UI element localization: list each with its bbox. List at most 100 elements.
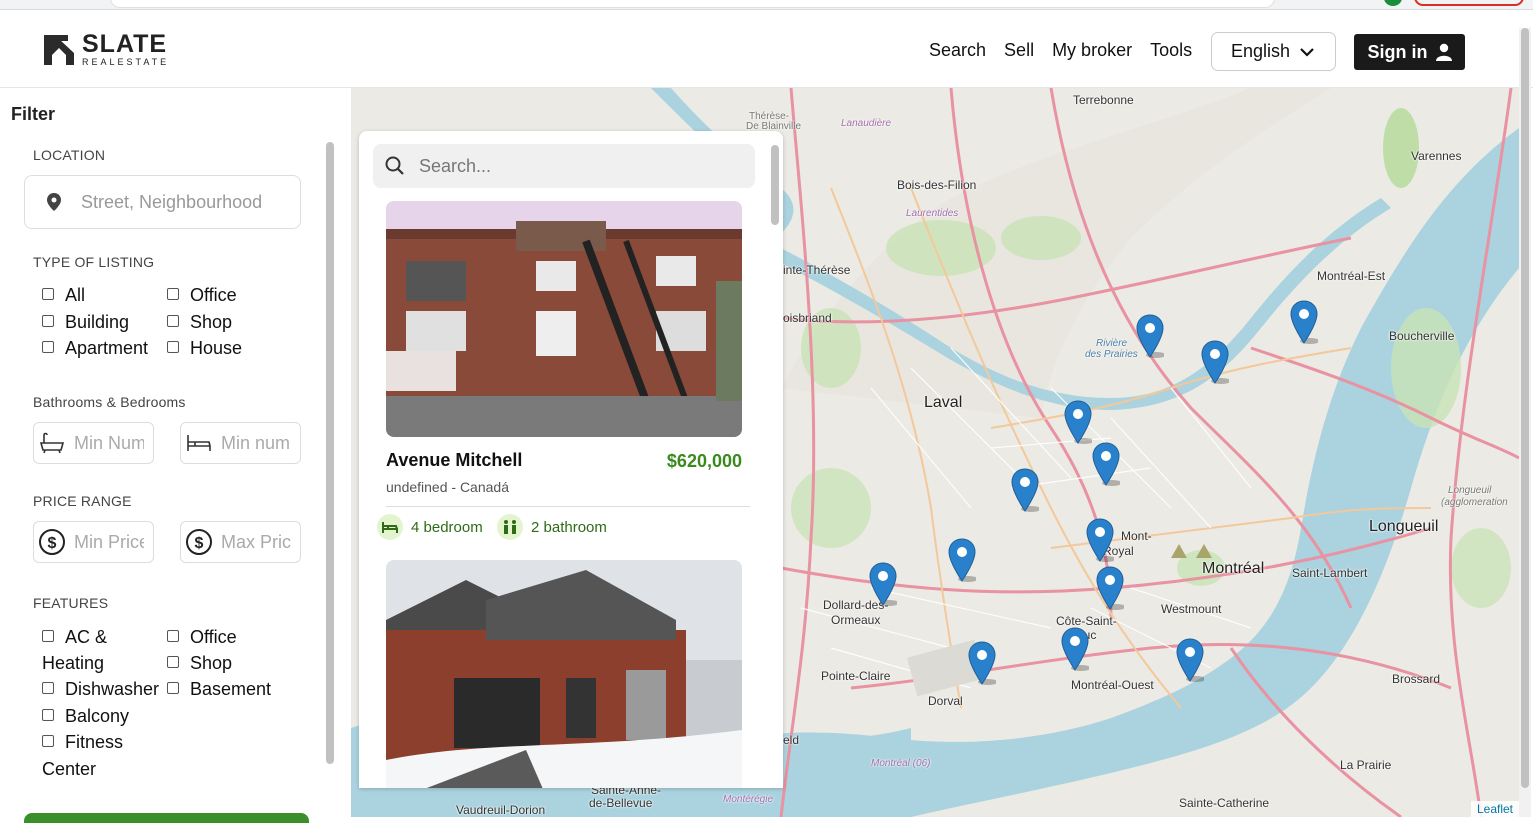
feature-fitness-label-2: Center <box>42 759 97 779</box>
brand-subtitle: REALESTATE <box>82 57 170 67</box>
bed-icon <box>187 435 211 451</box>
dollar-icon: $ <box>39 529 65 555</box>
user-icon <box>1435 43 1452 61</box>
min-bathrooms-input[interactable] <box>74 432 144 454</box>
language-select[interactable]: English <box>1211 32 1336 71</box>
type-shop-checkbox[interactable]: Shop <box>167 312 232 333</box>
browser-update-pill[interactable] <box>1414 0 1524 6</box>
feature-shop-checkbox[interactable]: Shop <box>167 653 232 674</box>
location-label: LOCATION <box>33 147 106 163</box>
map-marker-icon[interactable] <box>1086 518 1116 562</box>
map-label-la-prairie: La Prairie <box>1340 758 1392 772</box>
map-label-cote-saint-luc: Côte-Saint- <box>1056 614 1117 628</box>
nav-sell[interactable]: Sell <box>1004 40 1034 61</box>
type-all-checkbox[interactable]: All <box>42 285 85 306</box>
map-label-terrebonne: Terrebonne <box>1073 93 1134 107</box>
map-label-bellevue: de-Bellevue <box>589 796 653 810</box>
listing-card[interactable]: Avenue Mitchell $620,000 undefined - Can… <box>377 201 750 540</box>
nav-search[interactable]: Search <box>929 40 986 61</box>
min-bedrooms-field[interactable] <box>180 422 301 464</box>
apply-filter-button[interactable] <box>24 813 309 823</box>
map-label-boisbriand: oisbriand <box>783 311 832 325</box>
bathroom-count: 2 bathroom <box>497 514 607 540</box>
map-label-montreal-ouest: Montréal-Ouest <box>1071 678 1154 692</box>
max-price-field[interactable]: $ <box>180 521 301 563</box>
max-price-input[interactable] <box>221 531 291 553</box>
listing-search-input[interactable] <box>419 155 719 177</box>
nav-tools[interactable]: Tools <box>1150 40 1192 61</box>
map-marker-icon[interactable] <box>1064 400 1094 444</box>
min-bathrooms-field[interactable] <box>33 422 154 464</box>
map-marker-icon[interactable] <box>1290 300 1320 344</box>
map-marker-icon[interactable] <box>1011 468 1041 512</box>
map-label-saint-lambert: Saint-Lambert <box>1292 566 1368 580</box>
map-marker-icon[interactable] <box>948 538 978 582</box>
map-label-brossard: Brossard <box>1392 672 1441 686</box>
type-building-checkbox[interactable]: Building <box>42 312 129 333</box>
bedroom-count: 4 bedroom <box>377 514 483 540</box>
bathtub-icon <box>39 432 65 454</box>
map-marker-icon[interactable] <box>1136 314 1166 358</box>
language-value: English <box>1231 41 1291 61</box>
map-label-pointe-claire: Pointe-Claire <box>821 669 891 683</box>
bathroom-icon <box>497 514 523 540</box>
feature-office-checkbox[interactable]: Office <box>167 627 237 648</box>
map-label-ormeaux: Ormeaux <box>831 613 881 627</box>
feature-ac-heating-checkbox[interactable]: AC & <box>42 627 162 648</box>
map-marker-icon[interactable] <box>968 641 998 685</box>
map-label-mont-royal: Mont- <box>1121 529 1152 543</box>
map-label-longueuil-agg-2: (agglomeration <box>1441 497 1508 508</box>
listing-scrollbar[interactable] <box>768 131 782 788</box>
feature-basement-checkbox[interactable]: Basement <box>167 679 271 700</box>
map-marker-icon[interactable] <box>1061 627 1091 671</box>
map-marker-icon[interactable] <box>1092 442 1122 486</box>
filter-panel: Filter LOCATION TYPE OF LISTING All Offi… <box>0 88 351 823</box>
map-label-longueuil: Longueuil <box>1369 518 1439 535</box>
listing-card[interactable] <box>386 560 742 788</box>
sign-in-label: Sign in <box>1367 41 1428 62</box>
map-label-montreal-est: Montréal-Est <box>1317 269 1386 283</box>
feature-balcony-checkbox[interactable]: Balcony <box>42 706 129 727</box>
map-label-westmount: Westmount <box>1161 602 1222 616</box>
map-marker-icon[interactable] <box>1176 638 1206 682</box>
browser-toolbar <box>0 0 1533 10</box>
location-input[interactable] <box>81 191 281 213</box>
map-marker-icon[interactable] <box>869 562 899 606</box>
map-label-varennes: Varennes <box>1411 149 1462 163</box>
bed-icon <box>377 514 403 540</box>
bathrooms-bedrooms-label: Bathrooms & Bedrooms <box>33 394 186 410</box>
listing-photo[interactable] <box>386 560 742 788</box>
map-label-sainte-therese: inte-Thérèse <box>783 263 851 277</box>
min-bedrooms-input[interactable] <box>221 432 291 454</box>
feature-fitness-checkbox[interactable]: Fitness <box>42 732 123 753</box>
location-field[interactable] <box>24 175 301 229</box>
filter-scrollbar[interactable] <box>324 130 336 830</box>
page-scrollbar[interactable] <box>1519 28 1531 817</box>
listing-photo[interactable] <box>386 201 742 437</box>
map-marker-icon[interactable] <box>1096 566 1126 610</box>
map-marker-icon[interactable] <box>1201 340 1231 384</box>
nav-my-broker[interactable]: My broker <box>1052 40 1132 61</box>
type-of-listing-label: TYPE OF LISTING <box>33 254 155 270</box>
leaflet-attribution-link[interactable]: Leaflet <box>1470 801 1519 817</box>
brand-name: SLATE <box>82 30 168 58</box>
sign-in-button[interactable]: Sign in <box>1354 34 1465 70</box>
type-office-checkbox[interactable]: Office <box>167 285 237 306</box>
features-label: FEATURES <box>33 595 109 611</box>
type-apartment-checkbox[interactable]: Apartment <box>42 338 148 359</box>
card-divider <box>386 506 750 507</box>
brand-logo[interactable]: SLATE REALESTATE <box>42 32 169 67</box>
map-label-laval: Laval <box>924 394 963 411</box>
map-label-sainte-catherine: Sainte-Catherine <box>1179 796 1270 810</box>
map-label-longueuil-agg: Longueuil <box>1448 485 1492 496</box>
listing-search-field[interactable] <box>373 144 755 188</box>
profile-icon[interactable] <box>1384 0 1402 6</box>
min-price-input[interactable] <box>74 531 144 553</box>
min-price-field[interactable]: $ <box>33 521 154 563</box>
map-label-monteregie: Montérégie <box>723 794 774 805</box>
type-house-checkbox[interactable]: House <box>167 338 242 359</box>
map-label-field: eld <box>783 733 800 747</box>
address-bar[interactable] <box>110 0 1275 8</box>
feature-dishwasher-checkbox[interactable]: Dishwasher <box>42 679 159 700</box>
listing-title[interactable]: Avenue Mitchell <box>386 450 522 471</box>
